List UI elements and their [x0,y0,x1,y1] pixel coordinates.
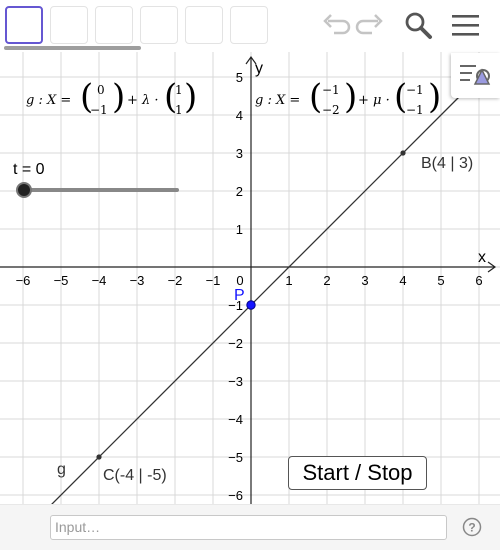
input-bar: Input… ? [0,504,500,550]
line-g[interactable] [50,95,461,504]
tool-button-3[interactable] [95,6,133,44]
y-tick-label: 5 [236,70,243,85]
svg-text:−1: −1 [406,83,424,97]
help-icon[interactable]: ? [462,517,482,537]
toolbar-scroll-indicator [4,46,141,50]
x-tick-label: 4 [399,273,406,288]
x-tick-label: 1 [285,273,292,288]
svg-text:): ) [344,77,357,117]
svg-text:1: 1 [175,83,183,97]
toolbar [0,0,500,52]
x-tick-label: 0 [236,273,243,288]
tool-button-1[interactable] [5,6,43,44]
svg-text:μ ·: μ · [373,93,390,108]
tool-button-5[interactable] [185,6,223,44]
axes [0,55,497,504]
y-tick-label: −6 [228,488,243,503]
y-tick-label: −2 [228,336,243,351]
point-C[interactable] [96,454,102,460]
line-g-label: g [57,461,66,478]
svg-text:+: + [358,93,369,108]
point-P[interactable] [246,300,256,310]
search-icon[interactable] [401,9,435,43]
point-P-label: P [234,287,245,304]
equation-g: g : X = ( 0 −1 ) + λ · ( 1 1 ) [26,77,197,117]
x-tick-label: −5 [54,273,69,288]
equation-g-alt: g : X = ( −1 −2 ) + μ · ( −1 −1 ) [255,77,441,117]
y-axis-label: y [255,60,263,77]
menu-icon[interactable] [449,9,483,43]
x-tick-label: −2 [168,273,183,288]
y-tick-label: 4 [236,108,243,123]
tool-button-2[interactable] [50,6,88,44]
y-tick-label: 1 [236,222,243,237]
svg-text:−1: −1 [406,103,424,117]
axis-ticks: −6 −5 −4 −3 −2 −1 0 1 2 3 4 5 6 5 4 3 2 1 −1 −2 −3 −4 −5 −6 [16,70,483,503]
svg-text:g : X =: g : X = [255,93,300,108]
x-tick-label: 5 [437,273,444,288]
x-tick-label: −4 [92,273,107,288]
undo-icon[interactable] [318,9,352,43]
x-tick-label: 3 [361,273,368,288]
style-bar-icon [460,65,491,85]
y-tick-label: −4 [228,412,243,427]
x-tick-label: 6 [475,273,482,288]
x-tick-label: −1 [206,273,221,288]
tool-button-4[interactable] [140,6,178,44]
svg-text:(: ( [309,77,322,117]
graphics-view[interactable]: −6 −5 −4 −3 −2 −1 0 1 2 3 4 5 6 5 4 3 2 1 −1 −2 −3 −4 −5 −6 x y… [0,52,500,504]
y-tick-label: −3 [228,374,243,389]
svg-text:0: 0 [97,83,105,97]
y-tick-label: 2 [236,184,243,199]
svg-text:): ) [184,77,197,117]
start-stop-button[interactable]: Start / Stop [288,456,427,490]
x-tick-label: −6 [16,273,31,288]
point-B-label: B(4 | 3) [421,155,473,172]
slider-t-knob[interactable] [16,182,32,198]
svg-text:+: + [127,93,138,108]
redo-icon[interactable] [354,9,388,43]
input-field[interactable]: Input… [50,515,447,540]
grid [0,52,500,504]
x-tick-label: −3 [130,273,145,288]
equation-g-prefix: g : X = [26,93,71,108]
y-tick-label: −5 [228,450,243,465]
svg-text:): ) [112,77,125,117]
x-tick-label: 2 [323,273,330,288]
svg-text:−1: −1 [90,103,108,117]
svg-text:1: 1 [175,103,183,117]
point-B[interactable] [400,150,406,156]
svg-text:λ ·: λ · [141,93,159,108]
svg-text:−2: −2 [322,103,340,117]
x-axis-label: x [478,249,486,266]
point-C-label: C(-4 | -5) [103,467,167,484]
svg-text:−1: −1 [322,83,340,97]
svg-text:): ) [428,77,441,117]
slider-t-label: t = 0 [13,161,45,178]
tool-button-6[interactable] [230,6,268,44]
y-tick-label: 3 [236,146,243,161]
svg-text:?: ? [468,521,475,535]
style-bar-toggle[interactable] [451,53,500,98]
